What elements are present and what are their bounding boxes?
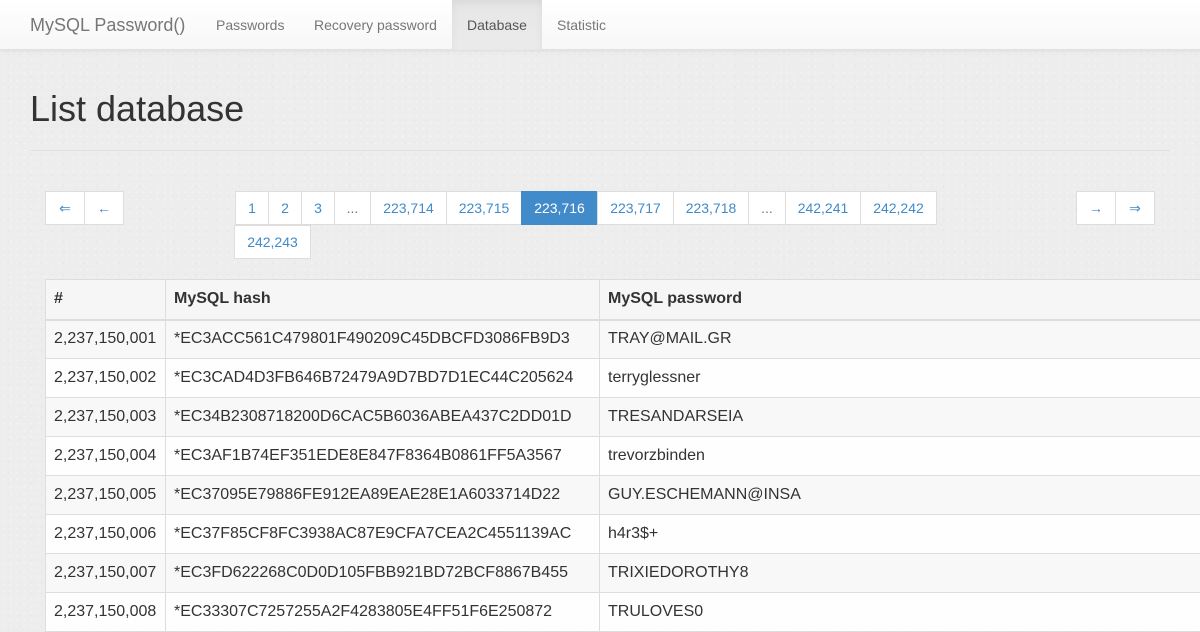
title-divider	[30, 150, 1170, 151]
page-link[interactable]: 1	[235, 191, 269, 225]
page-link-current[interactable]: 223,716	[521, 191, 598, 225]
row-number: 2,237,150,007	[46, 554, 166, 593]
next-page-button[interactable]: →	[1076, 191, 1116, 225]
row-hash: *EC33307C7257255A2F4283805E4FF51F6E25087…	[166, 593, 600, 632]
row-password: GUY.ESCHEMANN@INSA	[600, 476, 1200, 515]
row-hash: *EC3CAD4D3FB646B72479A9D7BD7D1EC44C20562…	[166, 359, 600, 398]
row-number: 2,237,150,004	[46, 437, 166, 476]
row-hash: *EC3FD622268C0D0D105FBB921BD72BCF8867B45…	[166, 554, 600, 593]
table-row: 2,237,150,007 *EC3FD622268C0D0D105FBB921…	[46, 554, 1200, 593]
page-link[interactable]: 242,243	[234, 225, 311, 259]
row-password: TRULOVES0	[600, 593, 1200, 632]
table-row: 2,237,150,002 *EC3CAD4D3FB646B72479A9D7B…	[46, 359, 1200, 398]
column-header-hash: MySQL hash	[166, 280, 600, 320]
row-number: 2,237,150,005	[46, 476, 166, 515]
nav-item-passwords[interactable]: Passwords	[201, 0, 299, 50]
table-row: 2,237,150,001 *EC3ACC561C479801F490209C4…	[46, 320, 1200, 359]
page-link[interactable]: 242,242	[860, 191, 937, 225]
page-link[interactable]: 223,718	[673, 191, 749, 225]
row-number: 2,237,150,006	[46, 515, 166, 554]
prev-page-button[interactable]: ←	[84, 191, 124, 225]
row-password: TRIXIEDOROTHY8	[600, 554, 1200, 593]
page-link[interactable]: 3	[301, 191, 335, 225]
row-number: 2,237,150,008	[46, 593, 166, 632]
table-row: 2,237,150,006 *EC37F85CF8FC3938AC87E9CFA…	[46, 515, 1200, 554]
column-header-password: MySQL password	[600, 280, 1200, 320]
row-hash: *EC37095E79886FE912EA89EAE28E1A6033714D2…	[166, 476, 600, 515]
row-password: terryglessner	[600, 359, 1200, 398]
page-title: List database	[30, 88, 244, 130]
page-ellipsis: ...	[748, 191, 786, 225]
page-link[interactable]: 223,714	[370, 191, 447, 225]
row-number: 2,237,150,001	[46, 320, 166, 359]
table-row: 2,237,150,004 *EC3AF1B74EF351EDE8E847F83…	[46, 437, 1200, 476]
table-header-row: # MySQL hash MySQL password	[46, 280, 1200, 320]
page-ellipsis: ...	[334, 191, 371, 225]
page-link[interactable]: 242,241	[785, 191, 861, 225]
password-table: # MySQL hash MySQL password 2,237,150,00…	[45, 279, 1200, 632]
last-page-button[interactable]: ⇒	[1115, 191, 1155, 225]
row-hash: *EC34B2308718200D6CAC5B6036ABEA437C2DD01…	[166, 398, 600, 437]
row-password: trevorzbinden	[600, 437, 1200, 476]
brand-link[interactable]: MySQL Password()	[30, 0, 185, 50]
row-password: TRAY@MAIL.GR	[600, 320, 1200, 359]
nav-item-statistic[interactable]: Statistic	[542, 0, 621, 50]
nav-item-database[interactable]: Database	[452, 0, 542, 50]
page-link[interactable]: 223,715	[446, 191, 522, 225]
navbar: MySQL Password() Passwords Recovery pass…	[0, 0, 1200, 50]
row-password: TRESANDARSEIA	[600, 398, 1200, 437]
row-number: 2,237,150,003	[46, 398, 166, 437]
nav-item-recovery-password[interactable]: Recovery password	[299, 0, 452, 50]
row-password: h4r3$+	[600, 515, 1200, 554]
row-number: 2,237,150,002	[46, 359, 166, 398]
row-hash: *EC3ACC561C479801F490209C45DBCFD3086FB9D…	[166, 320, 600, 359]
table-row: 2,237,150,005 *EC37095E79886FE912EA89EAE…	[46, 476, 1200, 515]
first-page-button[interactable]: ⇐	[45, 191, 85, 225]
row-hash: *EC37F85CF8FC3938AC87E9CFA7CEA2C4551139A…	[166, 515, 600, 554]
column-header-number: #	[46, 280, 166, 320]
page-link[interactable]: 223,717	[597, 191, 674, 225]
table-row: 2,237,150,003 *EC34B2308718200D6CAC5B603…	[46, 398, 1200, 437]
table-row: 2,237,150,008 *EC33307C7257255A2F4283805…	[46, 593, 1200, 632]
page-link[interactable]: 2	[268, 191, 302, 225]
row-hash: *EC3AF1B74EF351EDE8E847F8364B0861FF5A356…	[166, 437, 600, 476]
